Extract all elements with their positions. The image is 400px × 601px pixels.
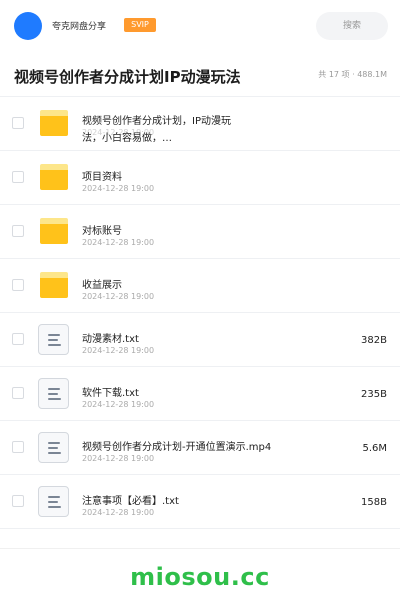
file-name: 视频号创作者分成计划-开通位置演示.mp4 [82,442,272,453]
avatar[interactable] [14,12,42,40]
file-size: 5.6M [362,443,387,454]
row-checkbox[interactable] [12,495,24,507]
file-name: 视频号创作者分成计划，IP动漫玩法，小白容易做，… [82,116,231,144]
row-checkbox[interactable] [12,225,24,237]
list-item[interactable]: 软件下载.txt 2024-12-28 19:00 235B [0,367,400,421]
header-bar: 夸克网盘分享 SVIP [0,0,400,52]
file-name: 收益展示 [82,280,122,291]
list-item[interactable]: 视频号创作者分成计划-开通位置演示.mp4 2024-12-28 19:00 5… [0,421,400,475]
file-date: 2024-12-28 19:00 [82,346,155,355]
folder-icon [40,164,68,190]
search-input[interactable] [316,12,388,40]
file-list: 2024-12-28 19:00 视频号创作者分成计划，IP动漫玩法，小白容易做… [0,96,400,529]
file-date: 2024-12-28 19:00 [82,454,155,463]
list-item[interactable]: 2024-12-28 19:00 视频号创作者分成计划，IP动漫玩法，小白容易做… [0,97,400,151]
file-date: 2024-12-28 19:00 [82,184,155,193]
document-icon [38,486,69,517]
file-size: 158B [361,497,387,508]
file-name: 注意事项【必看】.txt [82,496,179,507]
row-checkbox[interactable] [12,387,24,399]
file-date: 2024-12-28 19:00 [82,508,155,517]
document-icon [38,432,69,463]
site-watermark: miosou.cc [130,563,270,591]
file-name: 对标账号 [82,226,122,237]
folder-icon [40,110,68,136]
row-checkbox[interactable] [12,279,24,291]
folder-icon [40,272,68,298]
file-summary: 共 17 项 · 488.1M [318,70,387,79]
folder-icon [40,218,68,244]
footer: miosou.cc [0,548,400,601]
document-icon [38,378,69,409]
file-name: 项目资料 [82,172,122,183]
row-checkbox[interactable] [12,117,24,129]
file-date: 2024-12-28 19:00 [82,292,155,301]
file-date: 2024-12-28 19:00 [82,400,155,409]
row-checkbox[interactable] [12,171,24,183]
file-size: 235B [361,389,387,400]
list-item[interactable]: 注意事项【必看】.txt 2024-12-28 19:00 158B [0,475,400,529]
file-name: 软件下载.txt [82,388,139,399]
vip-badge: SVIP [124,18,156,32]
row-checkbox[interactable] [12,333,24,345]
file-name: 动漫素材.txt [82,334,139,345]
row-checkbox[interactable] [12,441,24,453]
list-item[interactable]: 收益展示 2024-12-28 19:00 [0,259,400,313]
list-item[interactable]: 动漫素材.txt 2024-12-28 19:00 382B [0,313,400,367]
page-title: 视频号创作者分成计划IP动漫玩法 [14,68,241,86]
site-name: 夸克网盘分享 [52,22,107,32]
document-icon [38,324,69,355]
list-item[interactable]: 对标账号 2024-12-28 19:00 [0,205,400,259]
file-date: 2024-12-28 19:00 [82,238,155,247]
file-size: 382B [361,335,387,346]
list-item[interactable]: 项目资料 2024-12-28 19:00 [0,151,400,205]
